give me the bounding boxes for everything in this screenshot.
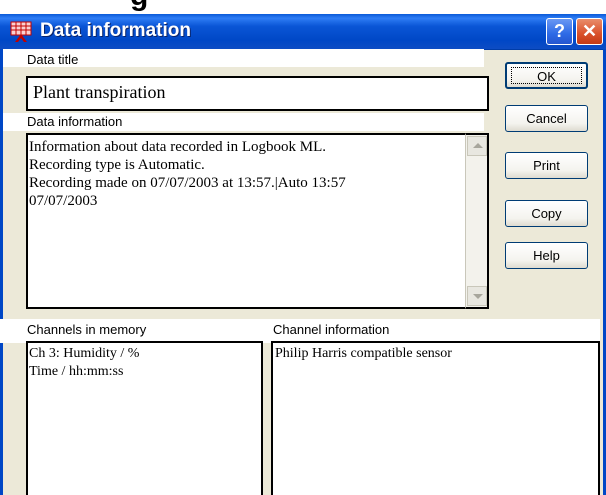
partial-header-text: g [130, 0, 149, 13]
help-title-button[interactable]: ? [546, 18, 573, 45]
channel-information-label: Channel information [273, 322, 390, 337]
cancel-button[interactable]: Cancel [505, 105, 588, 132]
channel-list-item[interactable]: Ch 3: Humidity / % [29, 345, 261, 363]
data-information-dialog: Data information ? ✕ Data title Plant tr… [0, 14, 606, 495]
cropped-header-area: g [0, 0, 606, 14]
title-bar[interactable]: Data information ? ✕ [0, 14, 606, 50]
print-button[interactable]: Print [505, 152, 588, 179]
data-title-label: Data title [27, 52, 79, 67]
channel-list-item[interactable]: Time / hh:mm:ss [29, 363, 261, 381]
data-information-label: Data information [27, 114, 123, 129]
ok-button[interactable]: OK [505, 62, 588, 89]
copy-button[interactable]: Copy [505, 200, 588, 227]
data-information-scrollbar[interactable] [465, 133, 489, 309]
channels-in-memory-list[interactable]: Ch 3: Humidity / % Time / hh:mm:ss [26, 341, 263, 495]
channel-information-field[interactable]: Philip Harris compatible sensor [271, 341, 600, 495]
scroll-up-button[interactable] [467, 136, 487, 156]
window-title: Data information [40, 20, 191, 41]
ok-button-label: OK [511, 67, 582, 84]
help-button[interactable]: Help [505, 242, 588, 269]
data-title-field[interactable]: Plant transpiration [26, 76, 489, 111]
close-button[interactable]: ✕ [576, 18, 603, 45]
data-information-field[interactable]: Information about data recorded in Logbo… [26, 133, 465, 309]
chart-icon [10, 21, 32, 42]
scroll-down-button[interactable] [467, 286, 487, 306]
channels-in-memory-label: Channels in memory [27, 322, 147, 337]
